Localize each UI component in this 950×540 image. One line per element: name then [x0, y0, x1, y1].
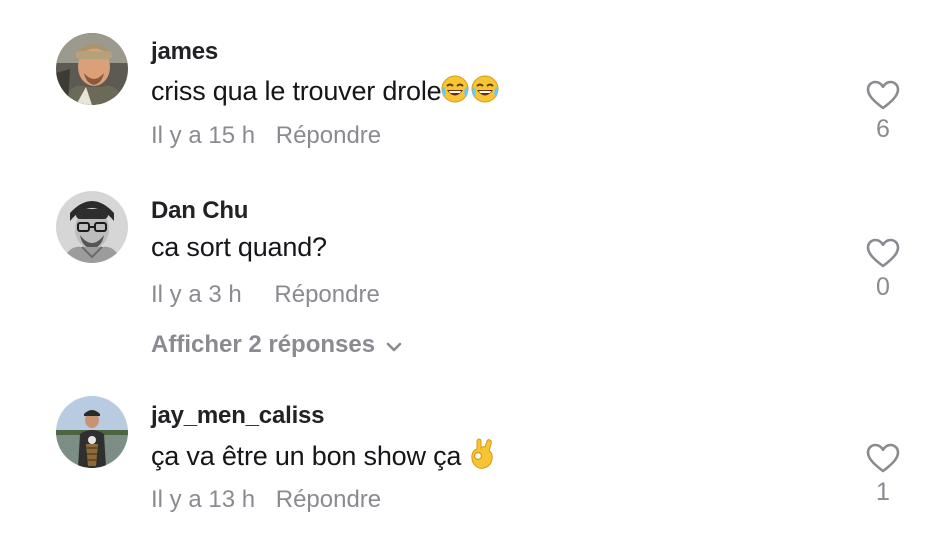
username[interactable]: Dan Chu [151, 197, 248, 225]
username[interactable]: jay_men_caliss [151, 402, 325, 430]
chevron-down-icon [385, 332, 403, 360]
comment-text-body: ça va être un bon show ça [151, 441, 469, 471]
comment-time: Il y a 13 h [151, 486, 256, 513]
show-replies-label: Afficher 2 réponses [151, 331, 376, 358]
like-count: 1 [876, 478, 890, 506]
heart-icon [866, 238, 900, 268]
avatar[interactable] [56, 33, 128, 105]
like-button[interactable]: 0 [862, 237, 904, 302]
show-replies-button[interactable]: Afficher 2 réponses [151, 331, 403, 360]
like-count: 6 [876, 115, 890, 143]
like-button[interactable]: 1 [862, 442, 904, 507]
comment-meta: Il y a 15 h Répondre [151, 122, 381, 150]
comment-meta: Il y a 13 h Répondre [151, 486, 381, 514]
comment-time: Il y a 15 h [151, 122, 256, 149]
reply-button[interactable]: Répondre [274, 281, 379, 309]
reply-button[interactable]: Répondre [276, 486, 381, 514]
reply-button[interactable]: Répondre [276, 122, 381, 150]
comment-time: Il y a 3 h [151, 281, 242, 308]
comment-text: criss qua le trouver drole [151, 74, 501, 111]
username[interactable]: james [151, 38, 218, 66]
like-count: 0 [876, 273, 890, 301]
ok-hand-emoji-icon [469, 437, 495, 476]
laughing-tears-emoji-icon [441, 74, 501, 111]
comment-text: ça va être un bon show ça [151, 437, 495, 476]
comment-meta: Il y a 3 h Répondre [151, 281, 380, 309]
heart-icon [866, 443, 900, 473]
avatar[interactable] [56, 396, 128, 468]
comment-text-body: ca sort quand? [151, 232, 327, 262]
comment-text-body: criss qua le trouver drole [151, 76, 442, 106]
avatar[interactable] [56, 191, 128, 263]
like-button[interactable]: 6 [862, 79, 904, 144]
comment-text: ca sort quand? [151, 232, 327, 263]
heart-icon [866, 80, 900, 110]
